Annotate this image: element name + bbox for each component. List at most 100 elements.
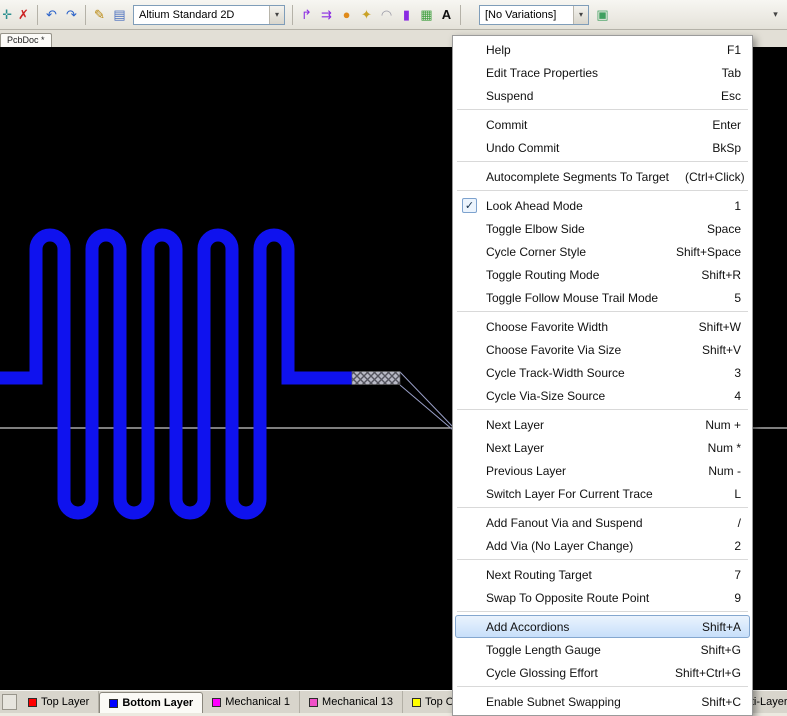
- menu-item-shortcut: Shift+V: [686, 343, 741, 357]
- menu-item-shortcut: Num +: [689, 418, 741, 432]
- accordion-preview-segment: [352, 372, 400, 385]
- redo-icon[interactable]: ↷: [62, 5, 81, 25]
- menu-item-label: Enable Subnet Swapping: [486, 695, 621, 709]
- menu-item[interactable]: ✓ Suspend Esc: [455, 84, 750, 107]
- menu-item[interactable]: ✓ Swap To Opposite Route Point 9: [455, 586, 750, 609]
- menu-item[interactable]: ✓ Autocomplete Segments To Target (Ctrl+…: [455, 165, 750, 188]
- layer-tab-label: Mechanical 1: [225, 696, 290, 708]
- menu-separator: [457, 161, 748, 162]
- menu-item-label: Help: [486, 43, 511, 57]
- chevron-down-icon[interactable]: ▾: [573, 6, 588, 24]
- menu-item-label: Cycle Corner Style: [486, 245, 586, 259]
- menu-item[interactable]: ✓ Toggle Elbow Side Space: [455, 217, 750, 240]
- menu-item-shortcut: 9: [718, 591, 741, 605]
- menu-item[interactable]: ✓ Next Layer Num +: [455, 413, 750, 436]
- menu-item[interactable]: ✓ Next Layer Num *: [455, 436, 750, 459]
- toolbar-separator: [460, 5, 461, 25]
- cross-select-icon[interactable]: ✛: [2, 5, 13, 25]
- menu-item[interactable]: ✓ Cycle Via-Size Source 4: [455, 384, 750, 407]
- menu-item[interactable]: ✓ Cycle Glossing Effort Shift+Ctrl+G: [455, 661, 750, 684]
- menu-item-label: Swap To Opposite Route Point: [486, 591, 649, 605]
- checkmark-icon: ✓: [462, 198, 477, 213]
- layer-tab[interactable]: Mechanical 13: [300, 691, 403, 713]
- polygon-icon[interactable]: ▦: [417, 5, 436, 25]
- menu-item[interactable]: ✓ Cycle Track-Width Source 3: [455, 361, 750, 384]
- menu-item[interactable]: ✓ Add Via (No Layer Change) 2: [455, 534, 750, 557]
- menu-item-shortcut: 1: [718, 199, 741, 213]
- menu-item-label: Edit Trace Properties: [486, 66, 598, 80]
- menu-item-label: Add Fanout Via and Suspend: [486, 516, 643, 530]
- menu-item-shortcut: Shift+C: [685, 695, 741, 709]
- filter-clear-icon[interactable]: ✗: [14, 5, 33, 25]
- menu-item[interactable]: ✓ Cycle Corner Style Shift+Space: [455, 240, 750, 263]
- menu-item[interactable]: ✓ Help F1: [455, 38, 750, 61]
- menu-separator: [457, 109, 748, 110]
- view-configuration-combo[interactable]: Altium Standard 2D ▾: [133, 5, 285, 25]
- document-tab-pcbdoc[interactable]: PcbDoc *: [0, 33, 52, 47]
- menu-item[interactable]: ✓ Look Ahead Mode 1: [455, 194, 750, 217]
- menu-item-shortcut: BkSp: [696, 141, 741, 155]
- layer-color-swatch: [412, 698, 421, 707]
- menu-item-shortcut: Shift+A: [686, 620, 741, 634]
- board-setup-icon[interactable]: ▤: [110, 5, 129, 25]
- menu-item-shortcut: L: [718, 487, 741, 501]
- menu-item-shortcut: Shift+W: [683, 320, 741, 334]
- multi-route-icon[interactable]: ⇉: [317, 5, 336, 25]
- menu-item[interactable]: ✓ Undo Commit BkSp: [455, 136, 750, 159]
- menu-item[interactable]: ✓ Choose Favorite Width Shift+W: [455, 315, 750, 338]
- menu-item-label: Choose Favorite Via Size: [486, 343, 621, 357]
- menu-item[interactable]: ✓ Commit Enter: [455, 113, 750, 136]
- menu-item-label: Switch Layer For Current Trace: [486, 487, 653, 501]
- menu-item-label: Toggle Elbow Side: [486, 222, 585, 236]
- layer-tab[interactable]: Mechanical 1: [203, 691, 300, 713]
- pcb-3d-icon[interactable]: ▣: [593, 5, 612, 25]
- menu-item-label: Previous Layer: [486, 464, 566, 478]
- menu-item[interactable]: ✓ Toggle Follow Mouse Trail Mode 5: [455, 286, 750, 309]
- view-configuration-value: Altium Standard 2D: [139, 9, 265, 21]
- menu-item-label: Cycle Glossing Effort: [486, 666, 598, 680]
- menu-item[interactable]: ✓ Edit Trace Properties Tab: [455, 61, 750, 84]
- interactive-route-icon[interactable]: ↱: [297, 5, 316, 25]
- menu-item[interactable]: ✓ Choose Favorite Via Size Shift+V: [455, 338, 750, 361]
- menu-item-shortcut: 7: [718, 568, 741, 582]
- layer-tab-scroll-button[interactable]: [2, 694, 17, 710]
- teardrop-icon[interactable]: ✦: [357, 5, 376, 25]
- variations-combo[interactable]: [No Variations] ▾: [479, 5, 589, 25]
- menu-item-label: Suspend: [486, 89, 533, 103]
- arc-icon[interactable]: ◠: [377, 5, 396, 25]
- menu-item-shortcut: 4: [718, 389, 741, 403]
- menu-item[interactable]: ✓ Toggle Length Gauge Shift+G: [455, 638, 750, 661]
- menu-separator: [457, 686, 748, 687]
- menu-item-label: Next Layer: [486, 418, 544, 432]
- menu-item-shortcut: Esc: [705, 89, 741, 103]
- string-text-icon[interactable]: A: [437, 5, 456, 25]
- menu-item[interactable]: ✓ Previous Layer Num -: [455, 459, 750, 482]
- menu-item[interactable]: ✓ Add Accordions Shift+A: [455, 615, 750, 638]
- fill-icon[interactable]: ▮: [397, 5, 416, 25]
- menu-item-shortcut: Space: [691, 222, 741, 236]
- menu-item[interactable]: ✓ Toggle Routing Mode Shift+R: [455, 263, 750, 286]
- layer-tab[interactable]: Top Layer: [19, 691, 99, 713]
- menu-item[interactable]: ✓ Next Routing Target 7: [455, 563, 750, 586]
- toolbar-separator: [85, 5, 86, 25]
- menu-item[interactable]: ✓ Add Fanout Via and Suspend /: [455, 511, 750, 534]
- pencil-icon[interactable]: ✎: [90, 5, 109, 25]
- menu-item-label: Toggle Length Gauge: [486, 643, 601, 657]
- menu-item[interactable]: ✓ Enable Subnet Swapping Shift+C: [455, 690, 750, 713]
- undo-icon[interactable]: ↶: [42, 5, 61, 25]
- layer-tab-label: Mechanical 13: [322, 696, 393, 708]
- menu-item-shortcut: Num *: [692, 441, 741, 455]
- menu-separator: [457, 409, 748, 410]
- chevron-down-icon[interactable]: ▾: [269, 6, 284, 24]
- menu-item-shortcut: /: [722, 516, 741, 530]
- layer-tab[interactable]: Bottom Layer: [99, 692, 203, 713]
- menu-item[interactable]: ✓ Switch Layer For Current Trace L: [455, 482, 750, 505]
- menu-item-label: Choose Favorite Width: [486, 320, 608, 334]
- menu-item-shortcut: 3: [718, 366, 741, 380]
- menu-separator: [457, 559, 748, 560]
- toolbar-overflow-icon[interactable]: ▾: [766, 5, 785, 25]
- menu-item-label: Next Layer: [486, 441, 544, 455]
- via-icon[interactable]: ●: [337, 5, 356, 25]
- menu-item-shortcut: Shift+G: [685, 643, 741, 657]
- menu-item-shortcut: (Ctrl+Click): [669, 170, 745, 184]
